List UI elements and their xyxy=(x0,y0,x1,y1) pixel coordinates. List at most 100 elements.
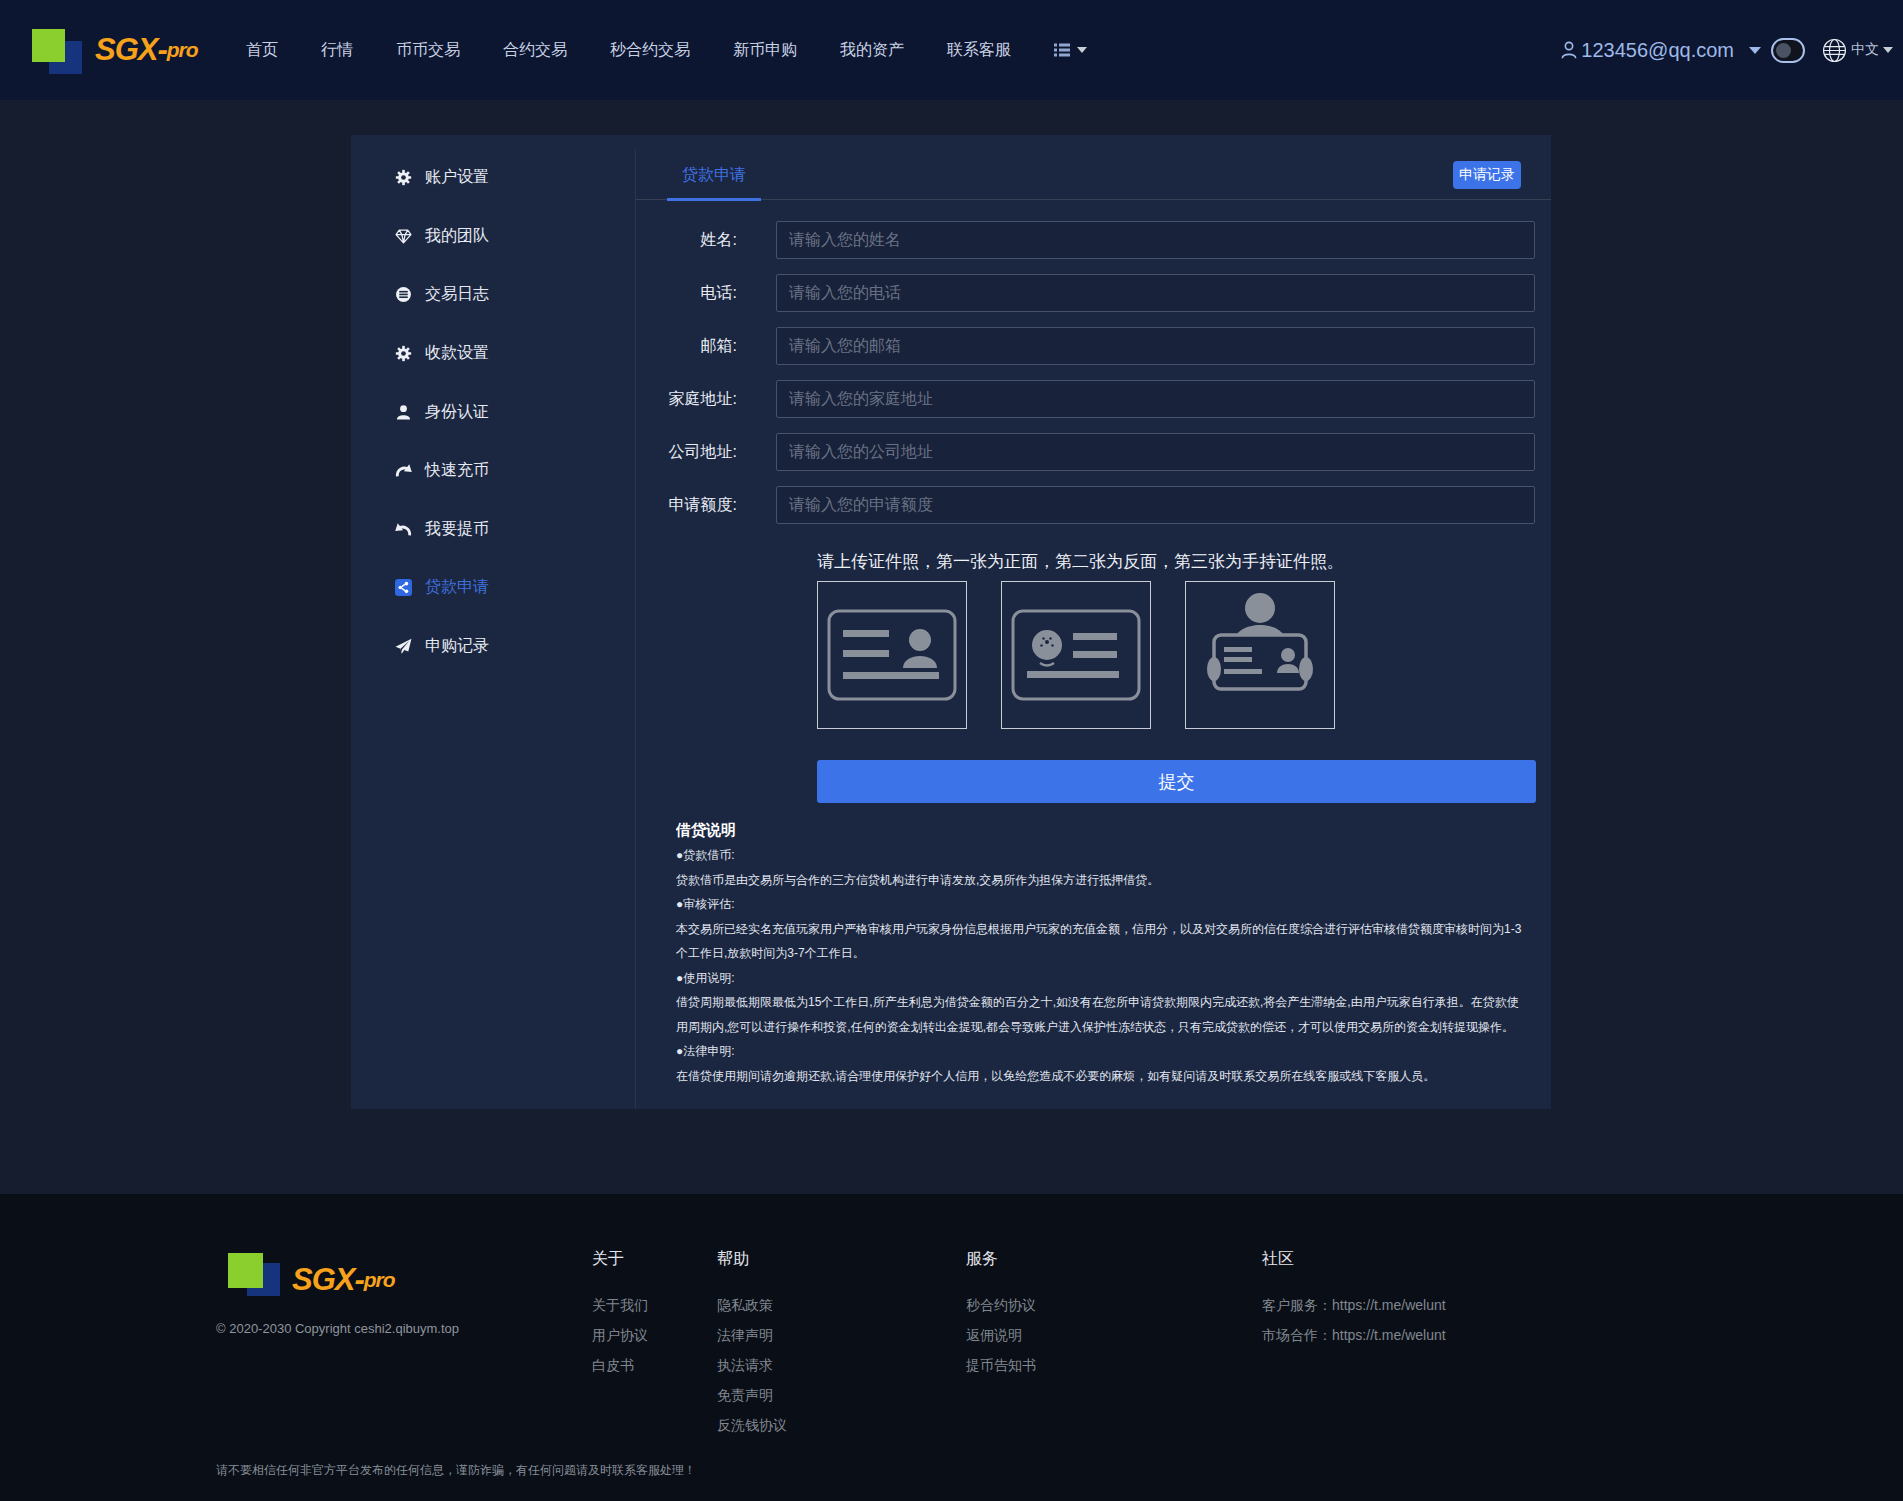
upload-row xyxy=(817,581,1335,729)
language-selector[interactable]: 中文 xyxy=(1851,41,1879,59)
footer-link[interactable]: 白皮书 xyxy=(592,1350,648,1380)
globe-icon[interactable] xyxy=(1822,38,1847,63)
note-line: 借贷周期最低期限最低为15个工作日,所产生利息为借贷金额的百分之十,如没有在您所… xyxy=(676,990,1541,1015)
nav-item[interactable]: 秒合约交易 xyxy=(610,40,690,61)
sidebar-item-label: 交易日志 xyxy=(425,284,489,305)
loan-content: 贷款申请 申请记录 姓名: 电话: 邮箱: 家庭地址: 公司地址: xyxy=(636,135,1551,1109)
footer-link[interactable]: 返佣说明 xyxy=(966,1320,1036,1350)
form-row: 姓名: xyxy=(636,221,1535,259)
copyright: © 2020-2030 Copyright ceshi2.qibuym.top xyxy=(216,1321,459,1336)
footer-col-service: 服务 秒合约协议返佣说明提币告知书 xyxy=(966,1249,1036,1380)
sidebar-item[interactable]: 快速充币 xyxy=(351,450,635,490)
upload-box[interactable] xyxy=(1185,581,1335,729)
nav-item[interactable]: 联系客服 xyxy=(947,40,1011,61)
footer-link[interactable]: 执法请求 xyxy=(717,1350,787,1380)
sidebar-item-label: 申购记录 xyxy=(425,636,489,657)
apply-records-button[interactable]: 申请记录 xyxy=(1453,161,1521,189)
id-card-hold-icon xyxy=(1202,591,1318,719)
gear-icon xyxy=(395,169,412,186)
form-input[interactable] xyxy=(776,221,1535,259)
note-line: ●贷款借币: xyxy=(676,843,1541,868)
sidebar-item-label: 贷款申请 xyxy=(425,577,489,598)
note-line: 个工作日,放款时间为3-7个工作日。 xyxy=(676,941,1541,966)
loan-form: 姓名: 电话: 邮箱: 家庭地址: 公司地址: 申请额度: xyxy=(636,221,1535,539)
loan-notes: 借贷说明 ●贷款借币:贷款借币是由交易所与合作的三方信贷机构进行申请发放,交易所… xyxy=(676,817,1541,1088)
footer-link[interactable]: 免责声明 xyxy=(717,1380,787,1410)
footer-logo-green-square xyxy=(228,1253,263,1288)
nav-more-menu[interactable] xyxy=(1054,42,1087,58)
sidebar-item[interactable]: 账户设置 xyxy=(351,157,635,197)
footer-contact-line[interactable]: 市场合作：https://t.me/welunt xyxy=(1262,1320,1446,1350)
nav-item[interactable]: 首页 xyxy=(246,40,278,61)
form-label: 邮箱: xyxy=(636,327,737,365)
tab-loan-apply[interactable]: 贷款申请 xyxy=(667,165,761,201)
footer-link[interactable]: 秒合约协议 xyxy=(966,1290,1036,1320)
user-email[interactable]: 123456@qq.com xyxy=(1581,39,1734,62)
form-input[interactable] xyxy=(776,274,1535,312)
note-line: 贷款借币是由交易所与合作的三方信贷机构进行申请发放,交易所作为担保方进行抵押借贷… xyxy=(676,868,1541,893)
footer-link[interactable]: 提币告知书 xyxy=(966,1350,1036,1380)
brand-logo[interactable]: SGX-pro xyxy=(95,0,198,100)
footer-link[interactable]: 关于我们 xyxy=(592,1290,648,1320)
note-line: 用周期内,您可以进行操作和投资,任何的资金划转出金提现,都会导致账户进入保护性冻… xyxy=(676,1015,1541,1040)
form-label: 公司地址: xyxy=(636,433,737,471)
sidebar-item[interactable]: 贷款申请 xyxy=(351,567,635,607)
form-row: 申请额度: xyxy=(636,486,1535,524)
sidebar-item[interactable]: 我要提币 xyxy=(351,509,635,549)
sidebar: 账户设置 我的团队 交易日志 xyxy=(351,135,635,835)
nav-item[interactable]: 币币交易 xyxy=(396,40,460,61)
upload-box[interactable] xyxy=(1001,581,1151,729)
sidebar-item-label: 我要提币 xyxy=(425,519,489,540)
footer-col-community: 社区 客户服务：https://t.me/welunt市场合作：https://… xyxy=(1262,1249,1446,1350)
footer-brand-sub: pro xyxy=(364,1268,395,1292)
journal-icon xyxy=(395,286,412,303)
footer-link[interactable]: 隐私政策 xyxy=(717,1290,787,1320)
form-row: 家庭地址: xyxy=(636,380,1535,418)
footer-link[interactable]: 用户协议 xyxy=(592,1320,648,1350)
sidebar-item[interactable]: 身份认证 xyxy=(351,392,635,432)
form-row: 邮箱: xyxy=(636,327,1535,365)
notes-title: 借贷说明 xyxy=(676,817,1541,843)
footer-col-title: 服务 xyxy=(966,1249,1036,1270)
menu-list-icon xyxy=(1054,42,1070,58)
nav-menu: 首页 行情 币币交易 合约交易 秒合约交易 新币申购 我的资产 联系客服 xyxy=(246,0,1087,100)
paper-plane-icon xyxy=(395,638,412,655)
form-input[interactable] xyxy=(776,327,1535,365)
theme-toggle[interactable] xyxy=(1771,38,1805,63)
sidebar-item[interactable]: 收款设置 xyxy=(351,333,635,373)
form-label: 申请额度: xyxy=(636,486,737,524)
form-row: 电话: xyxy=(636,274,1535,312)
form-row: 公司地址: xyxy=(636,433,1535,471)
sidebar-item[interactable]: 我的团队 xyxy=(351,216,635,256)
person-icon xyxy=(395,404,412,421)
nav-item[interactable]: 合约交易 xyxy=(503,40,567,61)
sidebar-item[interactable]: 申购记录 xyxy=(351,626,635,666)
submit-button[interactable]: 提交 xyxy=(817,760,1536,803)
id-card-front-icon xyxy=(827,609,957,701)
form-input[interactable] xyxy=(776,433,1535,471)
nav-item[interactable]: 新币申购 xyxy=(733,40,797,61)
footer-link[interactable]: 反洗钱协议 xyxy=(717,1410,787,1440)
caret-down-icon[interactable] xyxy=(1749,47,1761,54)
upload-box[interactable] xyxy=(817,581,967,729)
footer-contact-line[interactable]: 客户服务：https://t.me/welunt xyxy=(1262,1290,1446,1320)
sidebar-item-label: 身份认证 xyxy=(425,402,489,423)
sidebar-item-label: 我的团队 xyxy=(425,226,489,247)
footer-link[interactable]: 法律声明 xyxy=(717,1320,787,1350)
form-input[interactable] xyxy=(776,380,1535,418)
footer-disclaimer: 请不要相信任何非官方平台发布的任何信息，谨防诈骗，有任何问题请及时联系客服处理！ xyxy=(216,1462,696,1479)
brand-logo-sub: pro xyxy=(167,38,198,62)
nav-item[interactable]: 行情 xyxy=(321,40,353,61)
navbar: SGX-pro 首页 行情 币币交易 合约交易 秒合约交易 新币申购 我的资产 联系客服 12… xyxy=(0,0,1903,100)
note-line: 在借贷使用期间请勿逾期还款,请合理使用保护好个人信用，以免给您造成不必要的麻烦，… xyxy=(676,1064,1541,1089)
sidebar-item[interactable]: 交易日志 xyxy=(351,274,635,314)
diamond-icon xyxy=(395,228,412,245)
footer-brand-logo: SGX-pro xyxy=(292,1259,395,1301)
redo-arrow-icon xyxy=(395,462,412,479)
caret-down-icon xyxy=(1077,47,1087,53)
form-label: 电话: xyxy=(636,274,737,312)
nav-item[interactable]: 我的资产 xyxy=(840,40,904,61)
form-label: 家庭地址: xyxy=(636,380,737,418)
footer-col-help: 帮助 隐私政策法律声明执法请求免责声明反洗钱协议 xyxy=(717,1249,787,1440)
form-input[interactable] xyxy=(776,486,1535,524)
